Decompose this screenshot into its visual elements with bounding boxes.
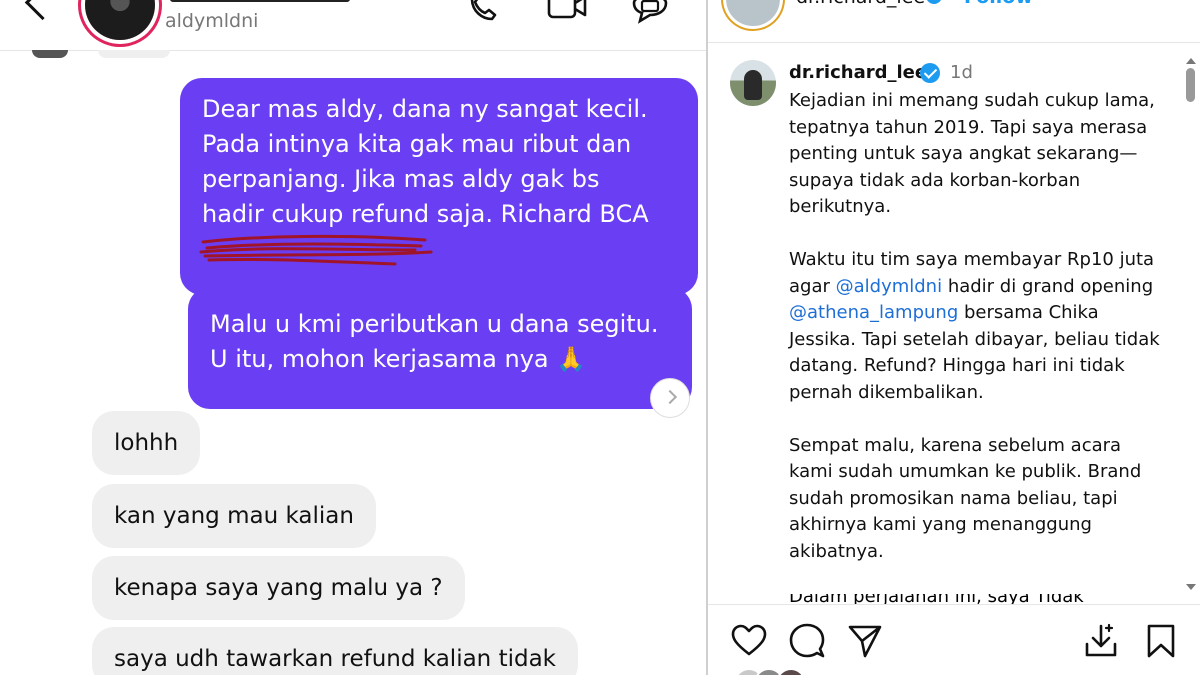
liked-by-avatar[interactable]: [776, 668, 806, 675]
follow-button[interactable]: Follow: [964, 0, 1033, 8]
more-options-icon[interactable]: ···: [1148, 0, 1166, 8]
outgoing-message[interactable]: Malu u kmi peributkan u dana segitu. U i…: [188, 287, 692, 409]
dm-panel: aldymldni Dear mas aldy, dana ny sangat …: [0, 0, 706, 675]
dm-username[interactable]: aldymldni: [165, 10, 258, 32]
previous-message-bubble: [98, 50, 170, 58]
scroll-to-latest-button[interactable]: [650, 378, 690, 418]
mention-link[interactable]: @aldymldni: [836, 276, 942, 297]
phone-call-icon[interactable]: [462, 0, 502, 25]
caption-text: Kejadian ini memang sudah cukup lama, te…: [789, 88, 1169, 592]
post-author-avatar[interactable]: [726, 0, 780, 26]
chevron-right-icon: [662, 389, 678, 405]
actions-divider: [708, 604, 1200, 605]
incoming-message[interactable]: lohhh: [92, 411, 201, 475]
share-send-icon[interactable]: [846, 622, 884, 660]
mention-link[interactable]: @athena_lampung: [789, 302, 958, 323]
incoming-message[interactable]: kenapa saya yang malu ya ?: [92, 556, 465, 620]
scroll-down-arrow-icon[interactable]: [1186, 584, 1196, 590]
caption-text-segment: hadir di grand opening: [942, 275, 1154, 297]
message-text: Dear mas aldy, dana ny sangat kecil. Pad…: [202, 95, 649, 228]
caption-timestamp[interactable]: 1d: [950, 62, 973, 83]
header-divider: [708, 42, 1200, 43]
post-panel: dr.richard_lee Follow ··· dr.richard_lee…: [708, 0, 1200, 675]
verified-badge-icon: [926, 0, 942, 4]
caption-paragraph: Waktu itu tim saya membayar Rp10 juta ag…: [789, 247, 1169, 406]
comment-icon[interactable]: [788, 622, 826, 660]
caption-clipped-line: Dalam perjalanan ini, saya Tidak: [789, 594, 1089, 604]
like-heart-icon[interactable]: [730, 622, 768, 660]
dm-avatar[interactable]: [85, 0, 155, 40]
caption-paragraph: Sempat malu, karena sebelum acara kami s…: [789, 434, 1142, 562]
message-text: Malu u kmi peributkan u dana segitu. U i…: [210, 310, 659, 373]
incoming-message[interactable]: saya udh tawarkan refund kalian tidak: [92, 627, 578, 675]
conversation-info-icon[interactable]: [628, 0, 672, 25]
scrollbar-thumb[interactable]: [1186, 68, 1195, 102]
scroll-up-arrow-icon[interactable]: [1186, 58, 1196, 64]
incoming-message[interactable]: kan yang mau kalian: [92, 484, 376, 548]
verified-badge-icon: [920, 63, 940, 83]
caption-author-username[interactable]: dr.richard_lee: [789, 62, 927, 83]
caption-paragraph: Dalam perjalanan ini, saya Tidak: [789, 594, 1084, 604]
caption-paragraph: Kejadian ini memang sudah cukup lama, te…: [789, 90, 1155, 217]
back-arrow-icon[interactable]: [24, 0, 61, 21]
dm-header: aldymldni: [0, 0, 706, 51]
post-author-username[interactable]: dr.richard_lee: [796, 0, 925, 8]
dm-display-name-clipped: [170, 0, 350, 2]
redacted-account-scribble: [199, 234, 433, 266]
save-bookmark-icon[interactable]: [1142, 622, 1180, 660]
video-call-icon[interactable]: [545, 0, 589, 21]
caption-author-avatar[interactable]: [730, 60, 776, 106]
download-icon[interactable]: [1082, 622, 1120, 660]
previous-message-avatar: [32, 50, 68, 58]
